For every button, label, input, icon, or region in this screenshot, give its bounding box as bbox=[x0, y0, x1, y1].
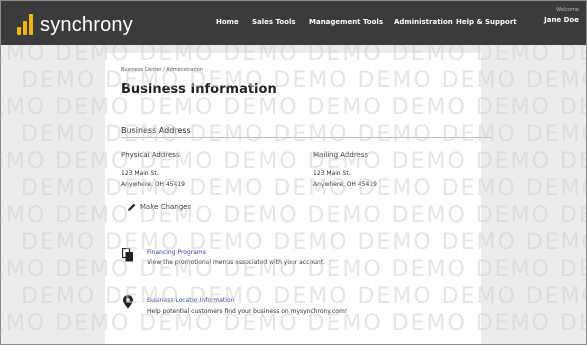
user-name: Jane Doe bbox=[544, 16, 579, 24]
mailing-address-heading: Mailing Address bbox=[313, 151, 369, 159]
physical-address-heading: Physical Address bbox=[121, 151, 180, 159]
financing-programs-description: View the promotional menus associated wi… bbox=[147, 259, 325, 266]
pencil-icon bbox=[128, 203, 136, 211]
user-menu[interactable]: Welcome Jane Doe bbox=[544, 7, 579, 26]
business-locator-link[interactable]: Business Locator Information bbox=[147, 297, 234, 304]
location-pin-icon bbox=[123, 295, 133, 309]
financing-programs-icon bbox=[122, 248, 133, 262]
section-divider bbox=[121, 137, 491, 138]
top-header: synchrony Home Sales Tools Management To… bbox=[1, 1, 586, 45]
mailing-address-line2: Anywhere, OH 45419 bbox=[313, 181, 377, 188]
mailing-address-line1: 123 Main St. bbox=[313, 170, 351, 177]
page-title: Business Information bbox=[121, 82, 277, 97]
business-address-heading: Business Address bbox=[121, 126, 191, 135]
nav-item-administration[interactable]: Administration bbox=[394, 18, 453, 26]
breadcrumb[interactable]: Business Center / Administration bbox=[121, 67, 203, 73]
business-locator-description: Help potential customers find your busin… bbox=[147, 308, 348, 315]
nav-item-home[interactable]: Home bbox=[216, 18, 239, 26]
nav-item-sales-tools[interactable]: Sales Tools bbox=[252, 18, 296, 26]
nav-item-help-support[interactable]: Help & Support bbox=[456, 18, 517, 26]
make-changes-link[interactable]: Make Changes bbox=[127, 202, 191, 212]
synchrony-logo-mark-icon bbox=[17, 13, 37, 35]
app-window: synchrony Home Sales Tools Management To… bbox=[0, 0, 587, 345]
physical-address-line2: Anywhere, OH 45419 bbox=[121, 181, 185, 188]
make-changes-label: Make Changes bbox=[140, 203, 192, 211]
synchrony-logo[interactable]: synchrony bbox=[17, 11, 133, 35]
financing-programs-link[interactable]: Financing Programs bbox=[147, 249, 206, 256]
physical-address-line1: 123 Main St. bbox=[121, 170, 159, 177]
nav-item-management-tools[interactable]: Management Tools bbox=[309, 18, 383, 26]
welcome-label: Welcome bbox=[556, 7, 579, 13]
logo-text: synchrony bbox=[40, 14, 133, 36]
